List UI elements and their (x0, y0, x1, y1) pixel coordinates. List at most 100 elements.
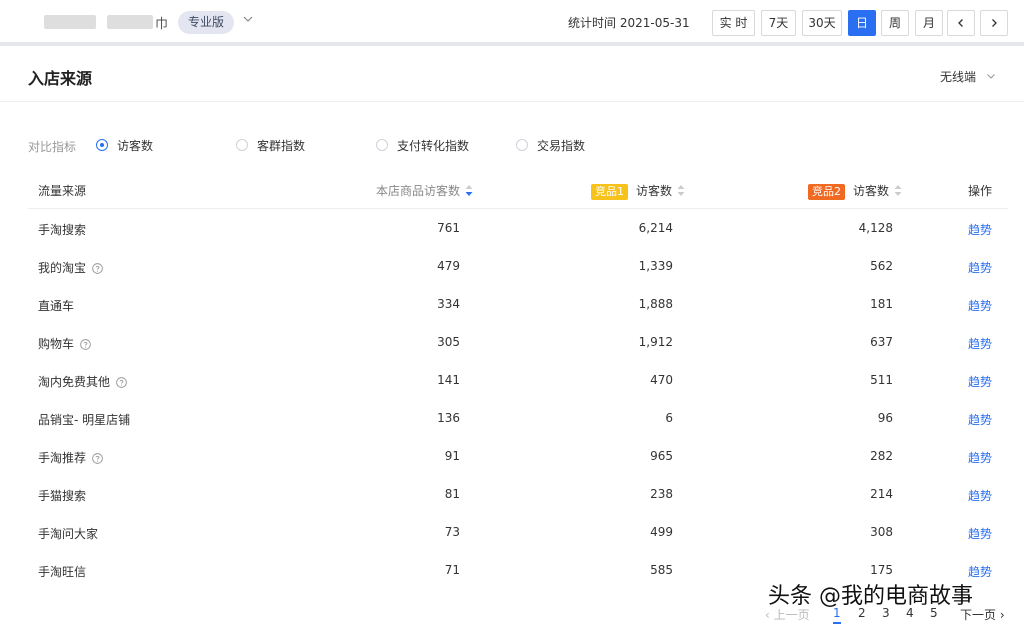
cell-own-visitors: 136 (437, 411, 460, 425)
table-row: 购物车 305 1,912 637 趋势 (28, 323, 1008, 361)
table-header: 流量来源 本店商品访客数 竞品1 访客数 竞品2 访客数 操作 (28, 172, 1008, 209)
table-row: 我的淘宝 479 1,339 562 趋势 (28, 247, 1008, 285)
source-name: 手淘问大家 (38, 527, 99, 541)
radio-dot (96, 139, 108, 151)
cell-source: 手淘推荐 (38, 449, 103, 466)
cell-source: 淘内免费其他 (38, 373, 127, 390)
cell-comp1-visitors: 470 (650, 373, 673, 387)
cell-source: 购物车 (38, 335, 91, 352)
prev-page-label: 上一页 (773, 608, 810, 622)
range-day-button[interactable]: 日 (848, 10, 876, 36)
sort-desc-icon (465, 185, 473, 196)
trend-link[interactable]: 趋势 (968, 449, 992, 466)
help-icon[interactable] (116, 377, 127, 388)
column-source: 流量来源 (38, 184, 87, 198)
table-row: 手淘问大家 73 499 308 趋势 (28, 513, 1008, 551)
comp1-badge: 竞品1 (591, 184, 628, 200)
table-row: 淘内免费其他 141 470 511 趋势 (28, 361, 1008, 399)
cell-source: 我的淘宝 (38, 259, 103, 276)
cell-comp1-visitors: 1,912 (638, 335, 673, 349)
help-icon[interactable] (92, 263, 103, 274)
cell-comp2-visitors: 181 (870, 297, 893, 311)
source-name: 购物车 (38, 337, 75, 351)
comp2-badge: 竞品2 (808, 184, 845, 200)
range-week-button[interactable]: 周 (881, 10, 909, 36)
sort-icon (894, 185, 902, 196)
cell-comp1-visitors: 585 (650, 563, 673, 577)
cell-source: 手淘问大家 (38, 525, 98, 542)
cell-comp2-visitors: 175 (870, 563, 893, 577)
cell-comp2-visitors: 308 (870, 525, 893, 539)
cell-comp2-visitors: 214 (870, 487, 893, 501)
column-own-visitors[interactable]: 本店商品访客数 (376, 182, 473, 199)
table-row: 手猫搜索 81 238 214 趋势 (28, 475, 1008, 513)
radio-label: 客群指数 (257, 139, 306, 153)
range-realtime-button[interactable]: 实 时 (712, 10, 755, 36)
edition-badge[interactable]: 专业版 (178, 11, 235, 34)
radio-dot (516, 139, 528, 151)
divider (0, 101, 1024, 102)
next-page-label: 下一页 (960, 608, 997, 622)
trend-link[interactable]: 趋势 (968, 487, 992, 504)
table-row: 手淘推荐 91 965 282 趋势 (28, 437, 1008, 475)
column-comp2-visitors[interactable]: 竞品2 访客数 (808, 182, 902, 200)
trend-link[interactable]: 趋势 (968, 411, 992, 428)
cell-source: 手淘旺信 (38, 563, 86, 580)
trend-link[interactable]: 趋势 (968, 525, 992, 542)
chevron-down-icon[interactable] (986, 71, 996, 81)
cell-own-visitors: 91 (444, 449, 460, 463)
cell-comp1-visitors: 1,339 (638, 259, 673, 273)
trend-link[interactable]: 趋势 (968, 221, 992, 238)
cell-own-visitors: 81 (444, 487, 460, 501)
cell-comp2-visitors: 637 (870, 335, 893, 349)
cell-comp1-visitors: 965 (650, 449, 673, 463)
source-name: 淘内免费其他 (38, 375, 111, 389)
cell-source: 直通车 (38, 297, 74, 314)
table-row: 手淘搜索 761 6,214 4,128 趋势 (28, 209, 1008, 247)
trend-link[interactable]: 趋势 (968, 297, 992, 314)
prev-date-button[interactable] (947, 10, 975, 36)
trend-link[interactable]: 趋势 (968, 335, 992, 352)
cell-comp1-visitors: 238 (650, 487, 673, 501)
column-own-visitors-label: 本店商品访客数 (376, 184, 461, 198)
device-select[interactable]: 无线端 (940, 68, 976, 85)
shop-name-suffix: 巾 (155, 17, 169, 32)
source-name: 手猫搜索 (38, 489, 87, 503)
column-comp1-visitors[interactable]: 竞品1 访客数 (591, 182, 685, 200)
page-title: 入店来源 (28, 69, 93, 88)
radio-label: 支付转化指数 (397, 139, 470, 153)
stat-time: 统计时间 2021-05-31 (568, 14, 690, 31)
cell-comp2-visitors: 511 (870, 373, 893, 387)
chevron-down-icon[interactable] (242, 13, 254, 25)
trend-link[interactable]: 趋势 (968, 259, 992, 276)
cell-own-visitors: 73 (444, 525, 460, 539)
range-month-button[interactable]: 月 (915, 10, 943, 36)
cell-own-visitors: 479 (437, 259, 460, 273)
cell-source: 手猫搜索 (38, 487, 86, 504)
table-row: 品销宝- 明星店铺 136 6 96 趋势 (28, 399, 1008, 437)
stat-time-label: 统计时间 (568, 16, 617, 30)
column-comp2-label: 访客数 (853, 184, 890, 198)
radio-dot (376, 139, 388, 151)
cell-comp2-visitors: 96 (877, 411, 893, 425)
cell-own-visitors: 334 (437, 297, 460, 311)
trend-link[interactable]: 趋势 (968, 373, 992, 390)
cell-comp2-visitors: 4,128 (858, 221, 893, 235)
help-icon[interactable] (80, 339, 91, 350)
cell-source: 品销宝- 明星店铺 (38, 411, 130, 428)
help-icon[interactable] (92, 453, 103, 464)
range-7day-button[interactable]: 7天 (761, 10, 796, 36)
cell-source: 手淘搜索 (38, 221, 86, 238)
metric-label: 对比指标 (28, 140, 77, 154)
cell-own-visitors: 141 (437, 373, 460, 387)
range-30day-button[interactable]: 30天 (802, 10, 842, 36)
source-name: 手淘搜索 (38, 223, 87, 237)
radio-label: 交易指数 (537, 139, 586, 153)
watermark: 头条 @我的电商故事 (768, 584, 973, 609)
cell-comp1-visitors: 1,888 (638, 297, 673, 311)
cell-own-visitors: 71 (444, 563, 460, 577)
chevron-left-icon (958, 19, 963, 27)
radio-label: 访客数 (117, 139, 154, 153)
next-date-button[interactable] (980, 10, 1008, 36)
cell-comp2-visitors: 562 (870, 259, 893, 273)
